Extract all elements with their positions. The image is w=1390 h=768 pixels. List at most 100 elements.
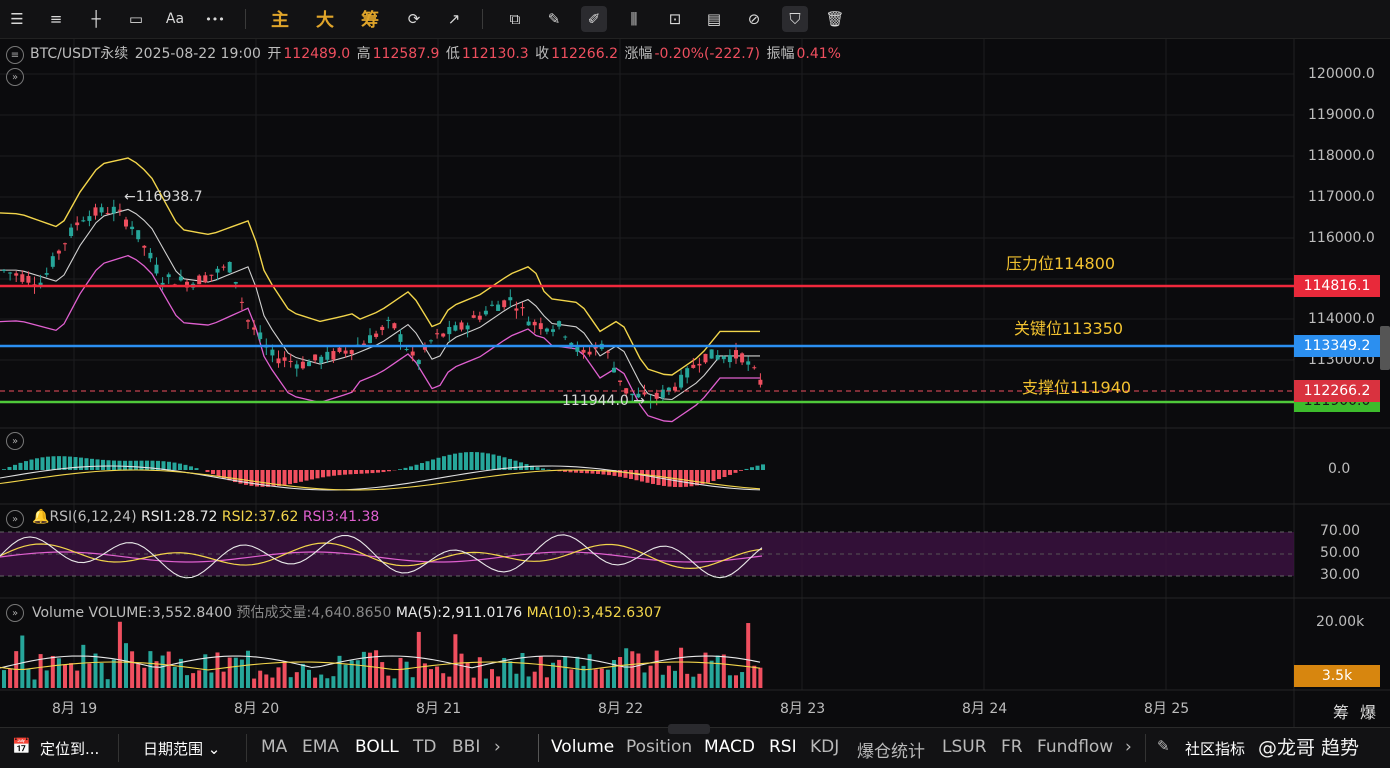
price-axis-label: 119000.0 bbox=[1308, 107, 1375, 123]
indicator-bar: 📅 定位到... 日期范围 ⌄ MA EMA BOLL TD BBI › Volume P… bbox=[0, 727, 1390, 768]
sub-indicator-0[interactable]: Volume bbox=[551, 737, 614, 757]
divider bbox=[246, 734, 247, 762]
calendar-icon[interactable]: 📅 bbox=[12, 737, 31, 755]
time-axis-label: 8月 24 bbox=[962, 698, 1007, 718]
bell-icon[interactable]: 🔔 bbox=[32, 509, 49, 525]
high-value: 112587.9 bbox=[373, 46, 440, 62]
high-marker: ←116938.7 bbox=[124, 189, 203, 205]
date-range-button[interactable]: 日期范围 ⌄ bbox=[143, 738, 220, 759]
low-marker: 111944.0 → bbox=[562, 393, 645, 409]
time-axis-label: 8月 19 bbox=[52, 698, 97, 718]
main-indicator-td[interactable]: TD bbox=[413, 737, 436, 757]
sub-indicator-4[interactable]: KDJ bbox=[810, 737, 839, 757]
price-axis-label: 117000.0 bbox=[1308, 189, 1375, 205]
kline-chart[interactable] bbox=[0, 39, 1390, 727]
sub-indicator-6[interactable]: LSUR bbox=[942, 737, 987, 757]
lines-icon[interactable]: ≡ bbox=[43, 6, 69, 32]
divider bbox=[118, 734, 119, 762]
chip-corner-button[interactable]: 筹 bbox=[1333, 699, 1349, 723]
rsi-label: RSI(6,12,24) bbox=[49, 509, 136, 525]
chip-distribution-button[interactable]: 筹 bbox=[357, 6, 383, 32]
open-label: 开 bbox=[267, 46, 281, 62]
trend-tool-icon[interactable]: ↗ bbox=[441, 6, 467, 32]
edit-icon[interactable]: ✎ bbox=[1157, 737, 1170, 755]
volume-ma10: MA(10):3,452.6307 bbox=[527, 605, 662, 621]
volume-toggle-icon[interactable]: » bbox=[6, 604, 24, 622]
sub-indicator-7[interactable]: FR bbox=[1001, 737, 1023, 757]
candle-icon[interactable]: ⫼ bbox=[621, 6, 647, 32]
rsi3-value: RSI3:41.38 bbox=[303, 509, 379, 525]
magnet-icon[interactable]: ⊘ bbox=[741, 6, 767, 32]
divider bbox=[538, 734, 539, 762]
settings-icon[interactable]: ≡ bbox=[6, 46, 24, 64]
time-axis-label: 8月 25 bbox=[1144, 698, 1189, 718]
collapse-icon[interactable]: » bbox=[6, 68, 24, 86]
resistance-annotation: 压力位114800 bbox=[1006, 250, 1115, 274]
amplitude-value: 0.41% bbox=[796, 46, 840, 62]
filter-icon[interactable]: ⛉ bbox=[782, 6, 808, 32]
sub-indicator-8[interactable]: Fundflow bbox=[1037, 737, 1113, 757]
volume-value: VOLUME:3,552.8400 bbox=[89, 605, 233, 621]
high-label: 高 bbox=[357, 46, 371, 62]
sub-indicator-3[interactable]: RSI bbox=[769, 737, 797, 757]
sub-indicator-5[interactable]: 爆仓统计 bbox=[857, 737, 925, 762]
note-icon[interactable]: ▤ bbox=[701, 6, 727, 32]
rectangle-icon[interactable]: ▭ bbox=[123, 6, 149, 32]
ruler-icon[interactable]: ✎ bbox=[541, 6, 567, 32]
copy-icon[interactable]: ⧉ bbox=[502, 6, 528, 32]
font-icon[interactable]: Aa bbox=[162, 6, 188, 32]
divider bbox=[1145, 734, 1146, 762]
key-price-tag: 113349.2 bbox=[1294, 335, 1380, 357]
support-annotation: 支撑位111940 bbox=[1022, 374, 1131, 398]
large-order-button[interactable]: 大 bbox=[312, 6, 338, 32]
ohlc-header: BTC/USDT永续 2025-08-22 19:00 开112489.0 高1… bbox=[30, 43, 843, 63]
main-indicator-boll[interactable]: BOLL bbox=[355, 737, 399, 757]
rsi-legend: 🔔RSI(6,12,24) RSI1:28.72 RSI2:37.62 RSI3… bbox=[32, 509, 379, 525]
volume-label: Volume bbox=[32, 605, 84, 621]
rsi1-value: RSI1:28.72 bbox=[141, 509, 217, 525]
divider bbox=[482, 9, 483, 29]
lock-icon[interactable]: ⊡ bbox=[662, 6, 688, 32]
datetime: 2025-08-22 19:00 bbox=[135, 46, 261, 62]
main-scroll-right-icon[interactable]: › bbox=[494, 737, 501, 757]
panel-resize-handle[interactable] bbox=[668, 724, 710, 734]
main-indicator-ma[interactable]: MA bbox=[261, 737, 287, 757]
change-value: -0.20%(-222.7) bbox=[654, 46, 760, 62]
main-indicator-bbi[interactable]: BBI bbox=[452, 737, 480, 757]
volume-axis-label: 20.00k bbox=[1316, 614, 1364, 630]
high-marker-value: 116938.7 bbox=[136, 189, 203, 205]
sub-scroll-right-icon[interactable]: › bbox=[1125, 737, 1132, 757]
locate-button[interactable]: 定位到... bbox=[40, 738, 99, 759]
replay-icon[interactable]: ⟳ bbox=[401, 6, 427, 32]
price-axis-label: 120000.0 bbox=[1308, 66, 1375, 82]
more-icon[interactable]: ••• bbox=[202, 6, 228, 32]
resistance-price-tag: 114816.1 bbox=[1294, 275, 1380, 297]
trash-icon[interactable]: 🗑 bbox=[822, 6, 848, 32]
low-value: 112130.3 bbox=[462, 46, 529, 62]
axis-scroll-handle[interactable] bbox=[1380, 326, 1390, 370]
rsi-70: 70.00 bbox=[1320, 523, 1360, 539]
time-axis-label: 8月 20 bbox=[234, 698, 279, 718]
drawing-toolbar: ☰ ≡ ┼ ▭ Aa ••• 主 大 筹 ⟳ ↗ ⧉ ✎ ✐ ⫼ ⊡ ▤ ⊘ ⛉… bbox=[0, 0, 1390, 39]
macd-zero-label: 0.0 bbox=[1328, 461, 1350, 477]
main-chip-button[interactable]: 主 bbox=[267, 6, 293, 32]
volume-ma5: MA(5):2,911.0176 bbox=[396, 605, 522, 621]
sub-indicator-1[interactable]: Position bbox=[626, 737, 692, 757]
liquidation-corner-button[interactable]: 爆 bbox=[1360, 699, 1376, 723]
sub-indicator-2[interactable]: MACD bbox=[704, 737, 755, 757]
price-axis-label: 118000.0 bbox=[1308, 148, 1375, 164]
community-indicators-button[interactable]: 社区指标 bbox=[1185, 738, 1245, 759]
price-axis-label: 114000.0 bbox=[1308, 311, 1375, 327]
draw-icon[interactable]: ✐ bbox=[581, 6, 607, 32]
rsi2-value: RSI2:37.62 bbox=[222, 509, 298, 525]
date-range-label: 日期范围 bbox=[143, 740, 203, 758]
menu-icon[interactable]: ☰ bbox=[4, 6, 30, 32]
time-axis-label: 8月 23 bbox=[780, 698, 825, 718]
rsi-toggle-icon[interactable]: » bbox=[6, 510, 24, 528]
price-axis-label: 116000.0 bbox=[1308, 230, 1375, 246]
crosshair-icon[interactable]: ┼ bbox=[83, 6, 109, 32]
macd-toggle-icon[interactable]: » bbox=[6, 432, 24, 450]
main-indicator-ema[interactable]: EMA bbox=[302, 737, 339, 757]
close-label: 收 bbox=[535, 46, 549, 62]
volume-legend: Volume VOLUME:3,552.8400 预估成交量:4,640.865… bbox=[32, 602, 662, 622]
